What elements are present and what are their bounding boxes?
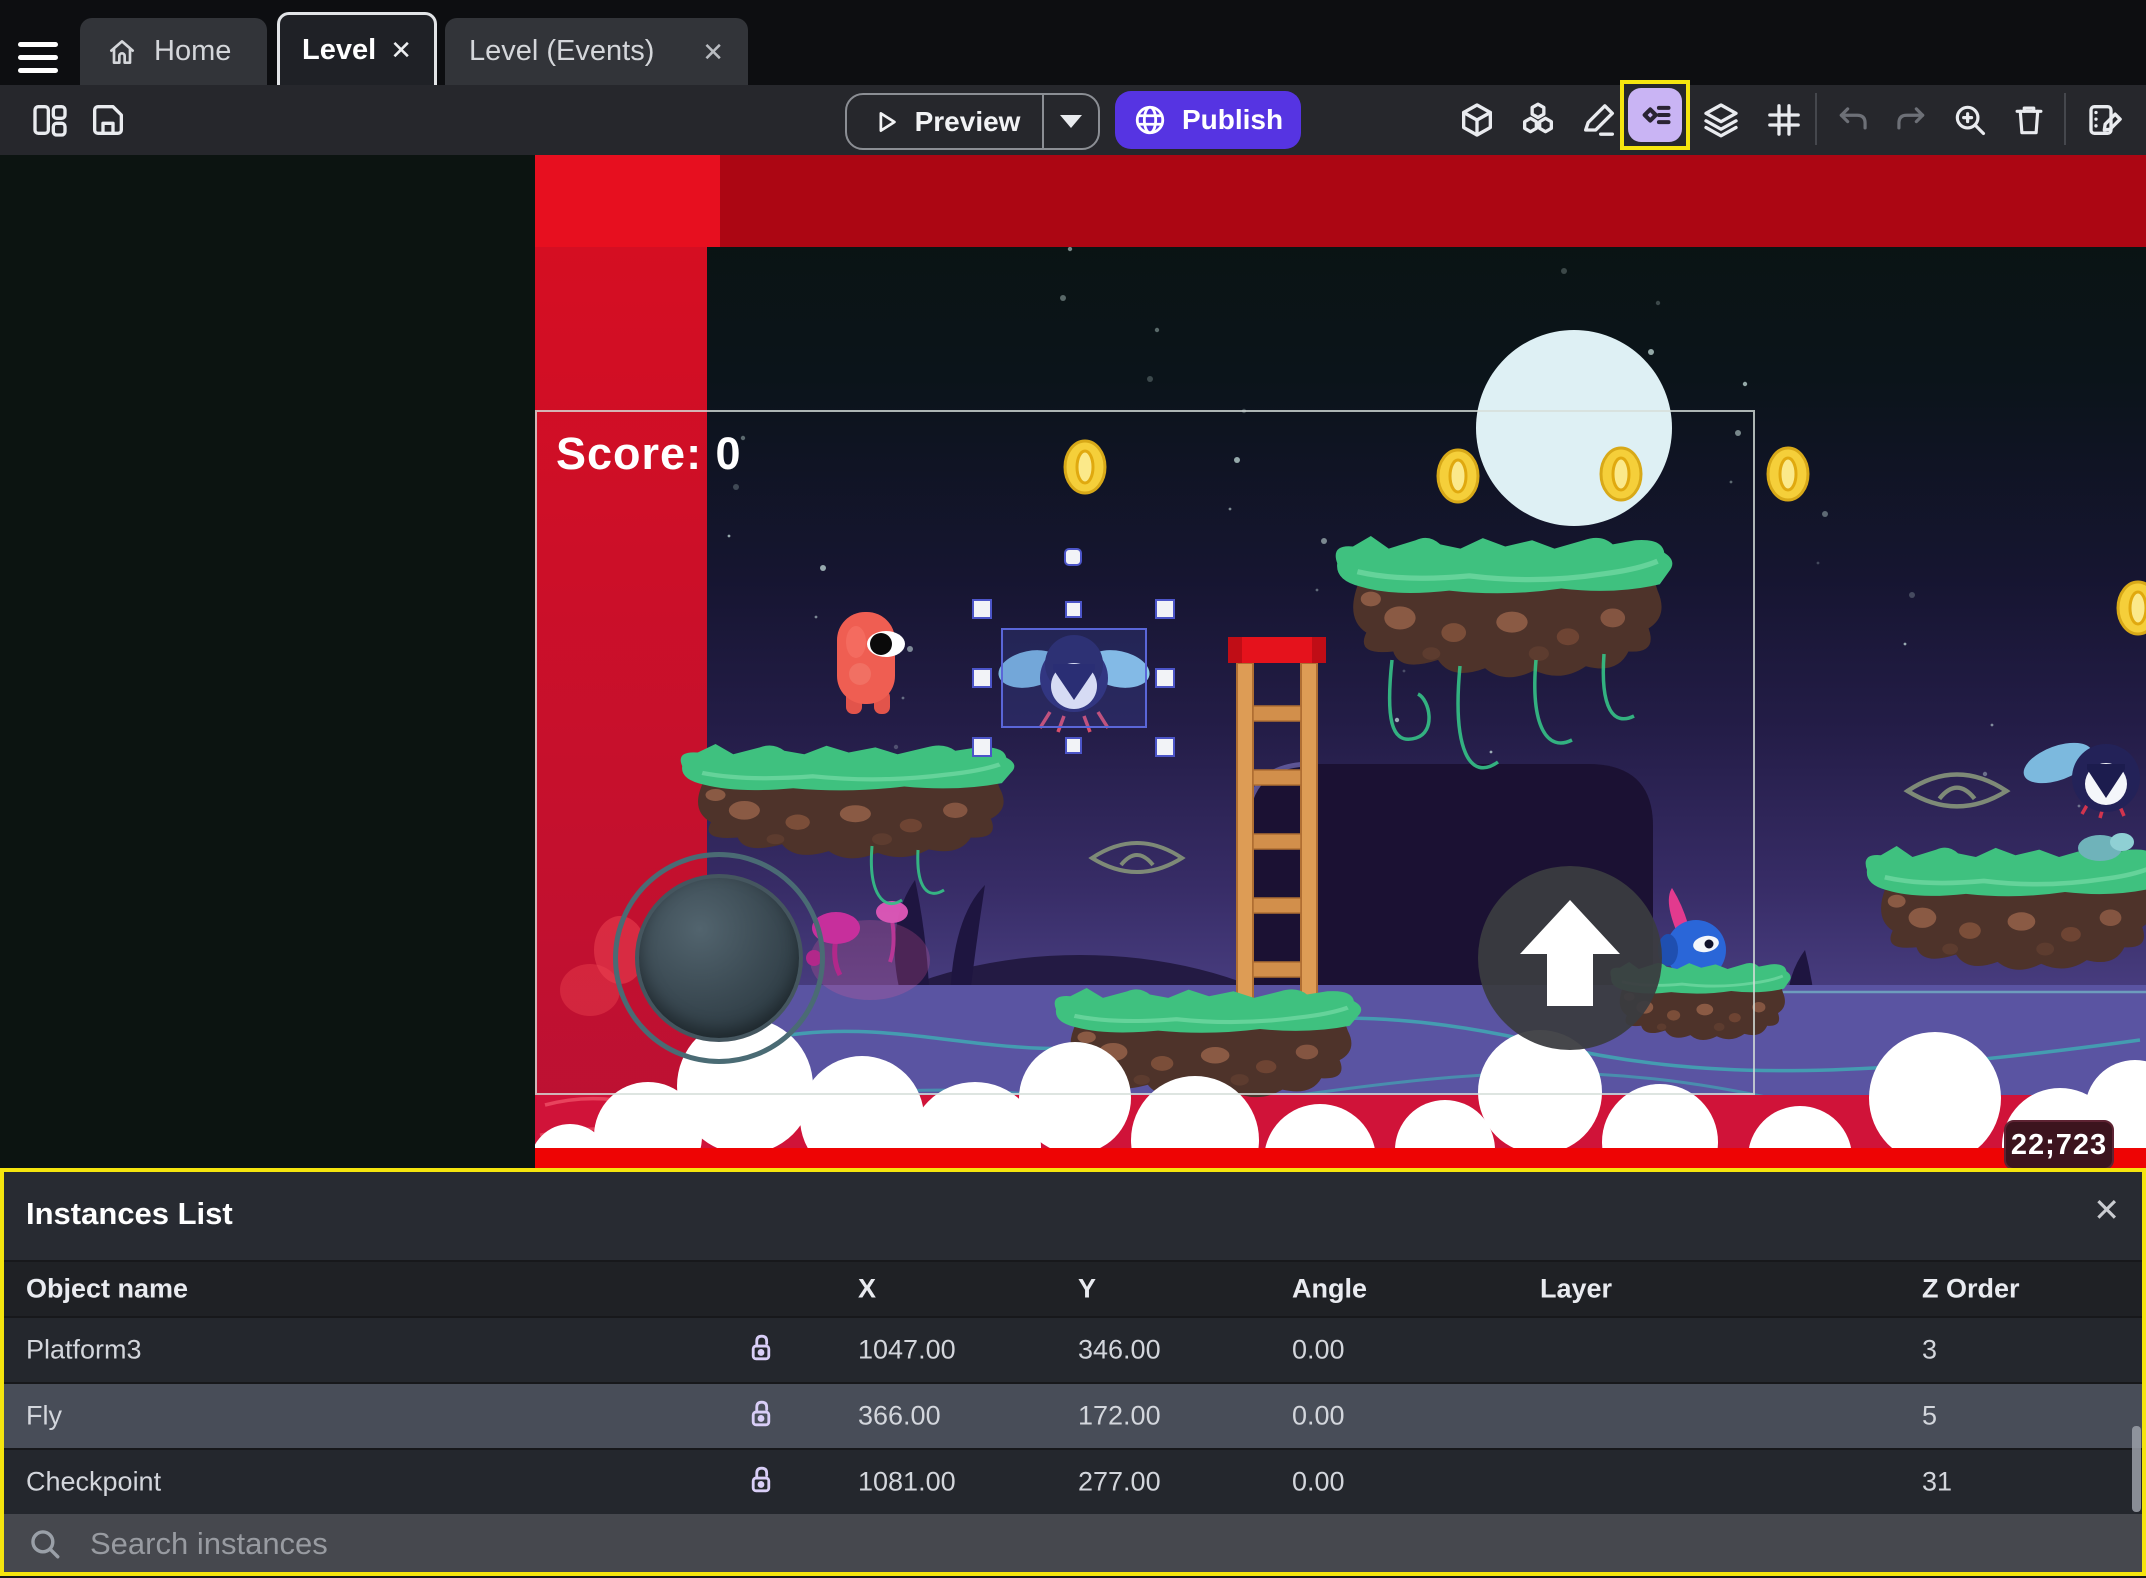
instance-row[interactable]: Platform3 1047.00 346.00 0.00 3 bbox=[0, 1318, 2146, 1382]
instance-x: 1047.00 bbox=[858, 1334, 956, 1365]
instances-rows: Platform3 1047.00 346.00 0.00 3 Fly 366.… bbox=[0, 1318, 2146, 1516]
rotation-handle[interactable] bbox=[1064, 548, 1082, 566]
preview-button[interactable]: Preview bbox=[845, 93, 1100, 150]
divider bbox=[1815, 93, 1817, 145]
search-input[interactable] bbox=[88, 1525, 1892, 1563]
scene-events-edit-button[interactable] bbox=[2082, 96, 2130, 144]
instance-z-order: 31 bbox=[1922, 1466, 1953, 1497]
selection-handle-e[interactable] bbox=[1155, 668, 1175, 688]
globe-icon bbox=[1135, 105, 1165, 135]
toolbar: Preview Publish bbox=[0, 80, 2146, 155]
instance-angle: 0.00 bbox=[1292, 1334, 1345, 1365]
moon-sprite[interactable] bbox=[1476, 330, 1672, 526]
publish-button[interactable]: Publish bbox=[1115, 91, 1301, 149]
redo-button[interactable] bbox=[1886, 96, 1934, 144]
selection-handle-w[interactable] bbox=[972, 668, 992, 688]
tab-level[interactable]: Level ✕ bbox=[277, 12, 437, 85]
delete-button[interactable] bbox=[2005, 96, 2053, 144]
instance-y: 346.00 bbox=[1078, 1334, 1161, 1365]
save-button[interactable] bbox=[84, 96, 132, 144]
jump-button[interactable] bbox=[1478, 866, 1662, 1050]
instance-angle: 0.00 bbox=[1292, 1466, 1345, 1497]
instance-x: 1081.00 bbox=[858, 1466, 956, 1497]
instances-list-highlight bbox=[1620, 80, 1690, 150]
panel-title-row: Instances List ✕ bbox=[0, 1168, 2146, 1260]
panel-title: Instances List bbox=[26, 1196, 233, 1231]
red-wall-corner[interactable] bbox=[535, 155, 720, 247]
score-text: Score: 0 bbox=[556, 428, 742, 479]
cursor-coordinates-badge: 22;723 bbox=[2004, 1120, 2114, 1170]
grid-button[interactable] bbox=[1760, 96, 1808, 144]
close-tab-icon[interactable]: ✕ bbox=[702, 39, 724, 65]
close-panel-icon[interactable]: ✕ bbox=[2093, 1194, 2120, 1226]
main-menu-button[interactable] bbox=[18, 42, 60, 78]
tab-label: Home bbox=[154, 35, 232, 67]
unlock-icon[interactable] bbox=[744, 1463, 778, 1502]
search-icon bbox=[31, 1530, 60, 1559]
objects-panel-button[interactable] bbox=[1453, 96, 1501, 144]
zoom-in-button[interactable] bbox=[1946, 96, 1994, 144]
instance-name: Checkpoint bbox=[26, 1466, 162, 1497]
instance-z-order: 3 bbox=[1922, 1334, 1938, 1365]
column-header-object-name[interactable]: Object name bbox=[26, 1274, 188, 1305]
divider bbox=[2064, 93, 2066, 145]
instance-z-order: 5 bbox=[1922, 1400, 1938, 1431]
instance-y: 172.00 bbox=[1078, 1400, 1161, 1431]
tab-level-events[interactable]: Level (Events) ✕ bbox=[445, 18, 748, 85]
undo-button[interactable] bbox=[1830, 96, 1878, 144]
layout-panels-button[interactable] bbox=[26, 96, 74, 144]
instance-angle: 0.00 bbox=[1292, 1400, 1345, 1431]
close-tab-icon[interactable]: ✕ bbox=[390, 37, 412, 63]
selection-handle-n[interactable] bbox=[1065, 601, 1082, 618]
preview-label: Preview bbox=[914, 105, 1021, 137]
layers-panel-button[interactable] bbox=[1697, 96, 1745, 144]
column-header-layer[interactable]: Layer bbox=[1540, 1274, 1612, 1305]
chevron-down-icon bbox=[1060, 115, 1083, 128]
column-header-y[interactable]: Y bbox=[1078, 1274, 1096, 1305]
joystick-knob[interactable] bbox=[635, 874, 803, 1042]
selection-handle-s[interactable] bbox=[1065, 737, 1082, 754]
red-strip bbox=[535, 1148, 2146, 1168]
selection-handle-nw[interactable] bbox=[972, 599, 992, 619]
instance-name: Fly bbox=[26, 1400, 62, 1431]
column-header-z-order[interactable]: Z Order bbox=[1922, 1274, 2020, 1305]
instance-row[interactable]: Fly 366.00 172.00 0.00 5 bbox=[0, 1384, 2146, 1448]
scrollbar-thumb[interactable] bbox=[2132, 1426, 2141, 1512]
instances-list-panel: Instances List ✕ Object name X Y Angle L… bbox=[0, 1168, 2146, 1578]
table-header-row: Object name X Y Angle Layer Z Order bbox=[0, 1262, 2146, 1316]
red-ceiling-wall[interactable] bbox=[720, 155, 2146, 247]
selection-handle-ne[interactable] bbox=[1155, 599, 1175, 619]
tab-label: Level bbox=[302, 33, 377, 66]
up-arrow-icon bbox=[1520, 900, 1620, 1006]
tab-label: Level (Events) bbox=[469, 35, 655, 67]
unlock-icon[interactable] bbox=[744, 1331, 778, 1370]
edit-pencil-button[interactable] bbox=[1575, 96, 1623, 144]
tab-bar: Home Level ✕ Level (Events) ✕ bbox=[0, 0, 2146, 85]
preview-options-button[interactable] bbox=[1044, 115, 1098, 128]
instance-y: 277.00 bbox=[1078, 1466, 1161, 1497]
instance-x: 366.00 bbox=[858, 1400, 941, 1431]
unlock-icon[interactable] bbox=[744, 1397, 778, 1436]
selection-box[interactable] bbox=[1001, 628, 1147, 728]
publish-label: Publish bbox=[1181, 104, 1284, 135]
tab-home[interactable]: Home bbox=[80, 18, 267, 85]
object-groups-button[interactable] bbox=[1514, 96, 1562, 144]
gdevelop-editor-window: Score: 0 22;723 Home Level ✕ Level (Even… bbox=[0, 0, 2146, 1578]
home-icon bbox=[110, 39, 134, 64]
column-header-x[interactable]: X bbox=[858, 1274, 876, 1305]
instance-name: Platform3 bbox=[26, 1334, 142, 1365]
instance-row[interactable]: Checkpoint 1081.00 277.00 0.00 31 bbox=[0, 1450, 2146, 1514]
search-bar bbox=[0, 1514, 2146, 1574]
instances-list-icon bbox=[1642, 105, 1671, 125]
play-icon bbox=[879, 111, 896, 132]
selection-handle-se[interactable] bbox=[1155, 737, 1175, 757]
instances-list-button[interactable] bbox=[1628, 88, 1682, 142]
selection-handle-sw[interactable] bbox=[972, 737, 992, 757]
column-header-angle[interactable]: Angle bbox=[1292, 1274, 1367, 1305]
